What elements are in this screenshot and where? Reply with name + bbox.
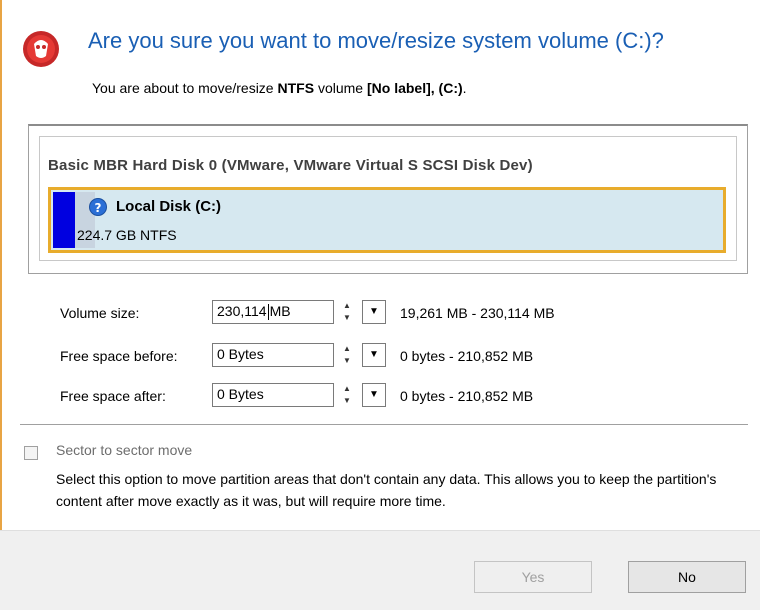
free-before-range: 0 bytes - 210,852 MB (400, 348, 534, 364)
free-after-input[interactable]: 0 Bytes (212, 383, 334, 407)
disk-map-inner: Basic MBR Hard Disk 0 (VMware, VMware Vi… (39, 136, 737, 261)
free-after-unit-dropdown[interactable]: ▼ (362, 383, 386, 407)
partition-size: 224.7 GB NTFS (77, 227, 177, 243)
dialog-subtitle: You are about to move/resize NTFS volume… (92, 80, 467, 96)
yes-button[interactable]: Yes (474, 561, 592, 593)
free-before-unit-dropdown[interactable]: ▼ (362, 343, 386, 367)
partition-block[interactable]: ? Local Disk (C:) 224.7 GB NTFS (48, 187, 726, 253)
free-before-input[interactable]: 0 Bytes (212, 343, 334, 367)
spin-up-icon[interactable]: ▲ (338, 343, 356, 355)
free-after-spinner[interactable]: ▲ ▼ (338, 383, 356, 407)
app-logo-icon (23, 31, 59, 67)
divider (20, 424, 748, 425)
partition-usage-bar (53, 192, 75, 248)
free-after-label: Free space after: (60, 388, 166, 404)
free-after-range: 0 bytes - 210,852 MB (400, 388, 534, 404)
disk-title: Basic MBR Hard Disk 0 (VMware, VMware Vi… (48, 157, 533, 174)
spin-up-icon[interactable]: ▲ (338, 300, 356, 312)
help-icon: ? (89, 198, 107, 216)
sector-move-description: Select this option to move partition are… (56, 471, 717, 509)
free-before-spinner[interactable]: ▲ ▼ (338, 343, 356, 367)
button-bar: Yes No (0, 530, 760, 610)
dialog-title: Are you sure you want to move/resize sys… (88, 28, 664, 53)
spin-down-icon[interactable]: ▼ (338, 355, 356, 367)
volume-size-input[interactable]: 230,114 MB (212, 300, 334, 324)
window-edge-accent (0, 0, 2, 530)
text-caret (267, 304, 269, 321)
sector-move-label[interactable]: Sector to sector move (56, 442, 192, 458)
volume-size-label: Volume size: (60, 305, 140, 321)
disk-map-panel: Basic MBR Hard Disk 0 (VMware, VMware Vi… (28, 124, 748, 274)
sector-move-checkbox[interactable] (24, 446, 38, 460)
spin-down-icon[interactable]: ▼ (338, 395, 356, 407)
no-button[interactable]: No (628, 561, 746, 593)
free-before-label: Free space before: (60, 348, 178, 364)
spin-up-icon[interactable]: ▲ (338, 383, 356, 395)
volume-size-unit-dropdown[interactable]: ▼ (362, 300, 386, 324)
partition-name: Local Disk (C:) (116, 198, 222, 215)
volume-size-spinner[interactable]: ▲ ▼ (338, 300, 356, 324)
spin-down-icon[interactable]: ▼ (338, 312, 356, 324)
volume-size-range: 19,261 MB - 230,114 MB (400, 305, 555, 321)
